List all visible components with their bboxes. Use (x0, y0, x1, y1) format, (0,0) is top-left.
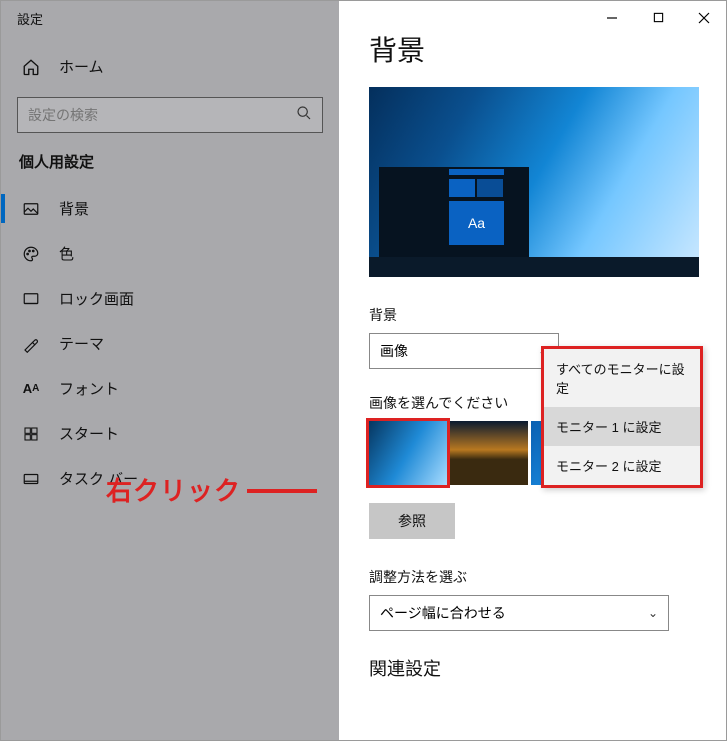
search-box[interactable] (17, 97, 323, 133)
background-preview: Aa (369, 87, 699, 277)
nav-label: 色 (59, 243, 74, 264)
related-settings-heading: 関連設定 (369, 655, 696, 681)
fit-label: 調整方法を選ぶ (369, 567, 696, 587)
palette-icon (21, 244, 41, 264)
nav-label: スタート (59, 423, 119, 444)
sidebar-content: ホーム 個人用設定 背景 色 (1, 36, 339, 501)
browse-button[interactable]: 参照 (369, 503, 455, 539)
taskbar-icon (21, 469, 41, 489)
chevron-down-icon: ⌄ (648, 606, 658, 620)
theme-icon (21, 334, 41, 354)
titlebar-controls (589, 0, 727, 35)
nav-label: テーマ (59, 333, 104, 354)
window-title: 設定 (1, 1, 339, 36)
context-menu: すべてのモニターに設定 モニター 1 に設定 モニター 2 に設定 (541, 346, 703, 488)
home-label: ホーム (59, 56, 104, 77)
home-icon (21, 57, 41, 77)
font-icon: AA (21, 379, 41, 399)
nav-label: ロック画面 (59, 288, 134, 309)
sidebar-item-background[interactable]: 背景 (1, 186, 323, 231)
background-type-label: 背景 (369, 305, 696, 325)
search-input[interactable] (28, 107, 269, 123)
sidebar-item-themes[interactable]: テーマ (1, 321, 323, 366)
background-type-dropdown[interactable]: 画像 ⌄ (369, 333, 559, 369)
preview-tile: Aa (449, 201, 504, 245)
sidebar-item-lockscreen[interactable]: ロック画面 (1, 276, 323, 321)
search-icon (296, 105, 312, 126)
ctx-set-all-monitors[interactable]: すべてのモニターに設定 (544, 349, 700, 407)
dropdown-value: 画像 (380, 341, 408, 361)
start-icon (21, 424, 41, 444)
maximize-button[interactable] (635, 0, 681, 35)
dropdown-value: ページ幅に合わせる (380, 603, 506, 623)
sidebar-item-fonts[interactable]: AA フォント (1, 366, 323, 411)
nav-label: フォント (59, 378, 119, 399)
thumbnail-1[interactable] (369, 421, 447, 485)
ctx-set-monitor-2[interactable]: モニター 2 に設定 (544, 446, 700, 485)
sidebar: 設定 ホーム 個人用設定 背景 (1, 1, 339, 740)
annotation-arrow (247, 489, 317, 493)
section-title: 個人用設定 (19, 151, 323, 172)
thumbnail-2[interactable] (450, 421, 528, 485)
picture-icon (21, 199, 41, 219)
nav-label: 背景 (59, 198, 89, 219)
minimize-button[interactable] (589, 0, 635, 35)
sidebar-item-start[interactable]: スタート (1, 411, 323, 456)
home-nav[interactable]: ホーム (17, 46, 323, 87)
sidebar-item-colors[interactable]: 色 (1, 231, 323, 276)
lock-screen-icon (21, 289, 41, 309)
close-button[interactable] (681, 0, 727, 35)
ctx-set-monitor-1[interactable]: モニター 1 に設定 (544, 407, 700, 446)
annotation-right-click: 右クリック (106, 471, 317, 508)
page-title: 背景 (369, 29, 696, 69)
fit-dropdown[interactable]: ページ幅に合わせる ⌄ (369, 595, 669, 631)
